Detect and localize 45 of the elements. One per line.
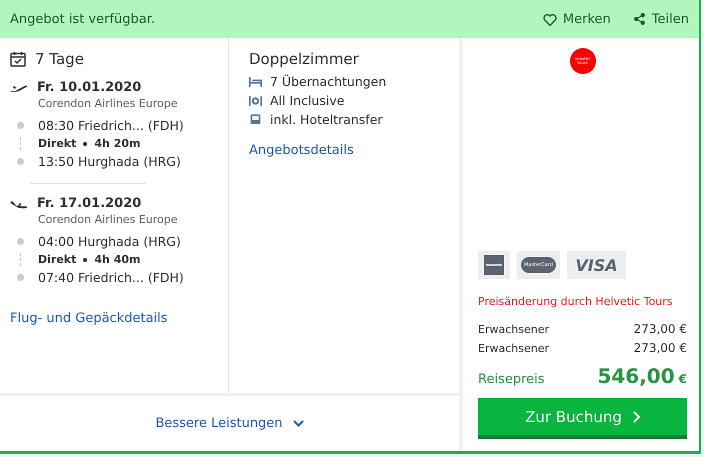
total-label: Reisepreis (478, 372, 545, 387)
trip-duration: 7 Tage (35, 50, 84, 68)
traveller-label: Erwachsener (478, 342, 549, 355)
bullet-icon (83, 142, 88, 146)
total-price: 546,00 (597, 364, 675, 388)
offer-details-link[interactable]: Angebotsdetails (249, 143, 354, 158)
share-icon (632, 12, 646, 26)
plate-cutlery-icon (249, 94, 262, 106)
better-services-link[interactable]: Bessere Leistungen (155, 416, 304, 431)
traveller-label: Erwachsener (478, 323, 549, 336)
bullet-icon (83, 258, 88, 262)
flight-info: Direkt 4h 40m (37, 253, 142, 266)
arrival-time: 07:40 Friedrich... (FDH) (37, 270, 185, 285)
price-change-notice: Preisänderung durch Helvetic Tours (478, 295, 674, 308)
timeline-dot (16, 274, 24, 281)
room-feature: All Inclusive (270, 93, 344, 108)
flight-date: Fr. 17.01.2020 (37, 196, 142, 211)
chevron-right-icon (632, 410, 640, 422)
visa-logo: VISA (567, 251, 626, 279)
amex-card-icon (478, 251, 510, 279)
timeline-dot (16, 122, 24, 129)
currency-symbol: € (678, 372, 687, 386)
share-link[interactable]: Teilen (632, 12, 689, 26)
flight-info: Direkt 4h 20m (37, 137, 142, 150)
flight-details-link[interactable]: Flug- und Gepäckdetails (10, 311, 168, 326)
flight-date: Fr. 10.01.2020 (37, 80, 142, 95)
timeline-dot (16, 158, 24, 165)
bed-icon (249, 76, 262, 88)
availability-status: Angebot ist verfügbar. (10, 12, 156, 26)
save-link[interactable]: Merken (542, 12, 611, 26)
airline-name: Corendon Airlines Europe (38, 97, 178, 110)
calendar-icon (10, 51, 26, 67)
departure-time: 08:30 Friedrich... (FDH) (37, 118, 185, 133)
timeline-dot (16, 238, 24, 245)
traveller-price: 273,00 € (634, 341, 687, 355)
bus-icon (249, 114, 262, 126)
traveller-price: 273,00 € (634, 322, 687, 336)
chevron-down-icon (292, 420, 304, 427)
departure-time: 04:00 Hurghada (HRG) (37, 234, 182, 249)
heart-icon (542, 12, 557, 26)
room-title: Doppelzimmer (249, 50, 360, 68)
arrival-time: 13:50 Hurghada (HRG) (37, 154, 182, 169)
room-feature: inkl. Hoteltransfer (270, 112, 383, 127)
room-feature: 7 Übernachtungen (270, 74, 386, 89)
airline-name: Corendon Airlines Europe (38, 213, 178, 226)
